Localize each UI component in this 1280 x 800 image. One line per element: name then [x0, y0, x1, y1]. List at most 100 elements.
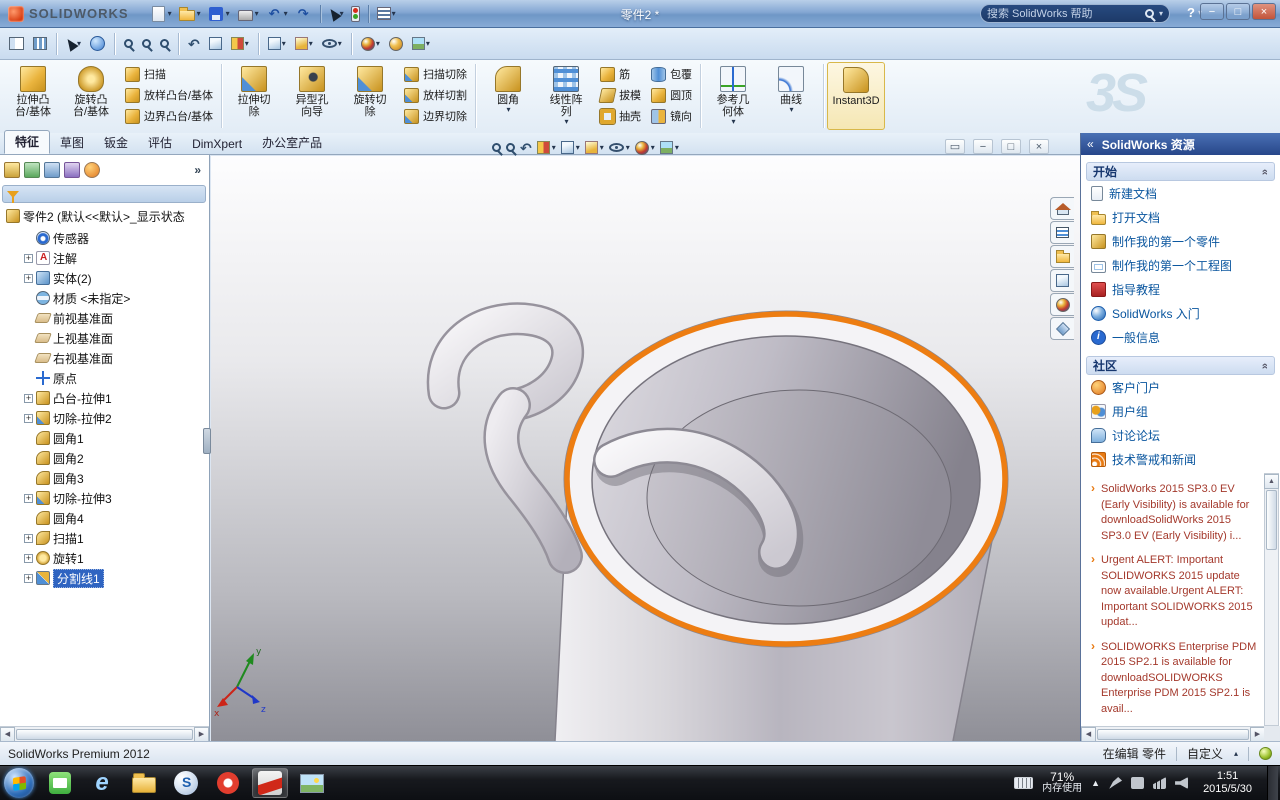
swept-cut-button[interactable]: 扫描切除: [399, 64, 472, 84]
tree-item-fillet4[interactable]: 圆角4: [0, 509, 84, 527]
linear-pattern-button[interactable]: 线性阵 列▾: [537, 62, 595, 130]
apply-scene-button[interactable]: ▾: [660, 141, 679, 154]
scroll-left-button[interactable]: ◀: [1081, 727, 1096, 742]
doc-close-button[interactable]: ×: [1029, 139, 1049, 154]
expand-box[interactable]: +: [24, 274, 33, 283]
zoom-area-button[interactable]: [139, 31, 154, 57]
network-tray-icon[interactable]: [1153, 777, 1166, 789]
taskbar-file-explorer[interactable]: [126, 768, 162, 798]
lofted-boss-button[interactable]: 放样凸台/基体: [120, 85, 218, 105]
tree-item-fillet2[interactable]: 圆角2: [0, 449, 84, 467]
tree-item-cut-extrude2[interactable]: +切除-拉伸2: [0, 409, 112, 427]
save-button[interactable]: ▾: [205, 3, 233, 25]
scroll-left-button[interactable]: ◀: [0, 727, 15, 742]
resources-tab[interactable]: [1050, 197, 1074, 220]
wrap-button[interactable]: 包覆: [646, 64, 697, 84]
panel-splitter-handle[interactable]: [203, 428, 211, 454]
minimize-button[interactable]: −: [1200, 3, 1224, 20]
view-orientation-button[interactable]: ▾: [561, 141, 580, 154]
tree-item-sensors[interactable]: 传感器: [0, 229, 89, 247]
tree-item-top-plane[interactable]: 上视基准面: [0, 329, 113, 347]
expand-box[interactable]: +: [24, 534, 33, 543]
tab-sketch[interactable]: 草图: [50, 132, 94, 154]
scroll-right-button[interactable]: ▶: [194, 727, 209, 742]
view-palette-tab[interactable]: [1050, 269, 1074, 292]
help-search-box[interactable]: ▾: [980, 4, 1170, 23]
close-button[interactable]: ×: [1252, 3, 1276, 20]
taskbar-dictionary-app[interactable]: [42, 768, 78, 798]
hole-wizard-button[interactable]: 异型孔 向导: [283, 62, 341, 130]
expand-box[interactable]: +: [24, 394, 33, 403]
news-item[interactable]: ›SolidWorks 2015 SP3.0 EV (Early Visibil…: [1091, 481, 1257, 543]
select-button[interactable]: ▾: [63, 31, 84, 57]
dome-button[interactable]: 圆顶: [646, 85, 697, 105]
expand-box[interactable]: +: [24, 254, 33, 263]
section-view-button[interactable]: ▾: [537, 141, 556, 154]
tree-filter-bar[interactable]: [2, 185, 206, 203]
tree-item-boss-extrude1[interactable]: +凸台-拉伸1: [0, 389, 112, 407]
display-pane-button[interactable]: [30, 31, 50, 57]
taskbar-photo-viewer[interactable]: [294, 768, 330, 798]
search-icon[interactable]: [1145, 9, 1154, 18]
print-button[interactable]: ▾: [234, 3, 262, 25]
tree-item-sweep1[interactable]: +扫描1: [0, 529, 84, 547]
tree-item-material[interactable]: 材质 <未指定>: [0, 289, 130, 307]
curves-button[interactable]: 曲线▾: [762, 62, 820, 130]
lofted-cut-button[interactable]: 放样切割: [399, 85, 472, 105]
tab-features[interactable]: 特征: [4, 130, 50, 154]
display-style-button[interactable]: ▾: [585, 141, 604, 154]
web-help-button[interactable]: [87, 31, 108, 57]
tech-alerts-news-link[interactable]: 技术警戒和新闻: [1081, 447, 1280, 471]
configurationmanager-tab-icon[interactable]: [44, 162, 60, 178]
boundary-boss-button[interactable]: 边界凸台/基体: [120, 106, 218, 126]
taskbar-internet-explorer[interactable]: [84, 768, 120, 798]
taskbar-security-app[interactable]: [210, 768, 246, 798]
user-groups-link[interactable]: 用户组: [1081, 399, 1280, 423]
first-drawing-link[interactable]: 制作我的第一个工程图: [1081, 253, 1280, 277]
shell-button[interactable]: 抽壳: [595, 106, 646, 126]
mirror-button[interactable]: 镜向: [646, 106, 697, 126]
tutorials-link[interactable]: 指导教程: [1081, 277, 1280, 301]
expand-box[interactable]: +: [24, 494, 33, 503]
reference-geometry-button[interactable]: 参考几 何体▾: [704, 62, 762, 130]
named-views-button[interactable]: [206, 31, 225, 57]
scroll-right-button[interactable]: ▶: [1250, 727, 1265, 742]
redo-button[interactable]: ↷: [292, 3, 315, 25]
design-library-tab[interactable]: [1050, 221, 1074, 244]
tree-item-revolve1[interactable]: +旋转1: [0, 549, 84, 567]
start-button[interactable]: [4, 768, 34, 798]
fillet-button[interactable]: 圆角▾: [479, 62, 537, 130]
new-document-button[interactable]: ▾: [147, 3, 175, 25]
tab-dimxpert[interactable]: DimXpert: [182, 135, 252, 154]
draft-button[interactable]: 拔模: [595, 85, 646, 105]
expand-box[interactable]: +: [24, 554, 33, 563]
expand-box[interactable]: +: [24, 574, 33, 583]
new-document-link[interactable]: 新建文档: [1081, 181, 1280, 205]
expand-box[interactable]: +: [24, 414, 33, 423]
section-view-button[interactable]: ▾: [228, 31, 252, 57]
apply-scene-button[interactable]: ▾: [409, 31, 433, 57]
rebuild-button[interactable]: [348, 3, 363, 25]
panel-expand-button[interactable]: »: [194, 163, 205, 177]
zoom-in-out-button[interactable]: [157, 31, 172, 57]
chevron-up-icon[interactable]: »: [1259, 362, 1271, 368]
previous-view-button[interactable]: ↶: [185, 31, 203, 57]
appearances-tab[interactable]: [1050, 293, 1074, 316]
previous-view-button[interactable]: ↶: [520, 141, 532, 155]
status-sphere-icon[interactable]: [1259, 747, 1272, 760]
keyboard-icon[interactable]: [1014, 777, 1033, 789]
scroll-up-button[interactable]: ▲: [1264, 474, 1279, 489]
general-info-link[interactable]: 一般信息: [1081, 325, 1280, 349]
select-tool-button[interactable]: ▾: [326, 3, 347, 25]
chevron-up-icon[interactable]: »: [1259, 168, 1271, 174]
extruded-boss-button[interactable]: 拉伸凸 台/基体: [4, 62, 62, 130]
tab-sheet-metal[interactable]: 钣金: [94, 132, 138, 154]
dimxpertmanager-tab-icon[interactable]: [64, 162, 80, 178]
featuremanager-tab-icon[interactable]: [4, 162, 20, 178]
rib-button[interactable]: 筋: [595, 64, 646, 84]
collapse-arrow[interactable]: «: [1087, 137, 1094, 151]
doc-maximize-button[interactable]: □: [1001, 139, 1021, 154]
taskbar-solidworks-running[interactable]: [252, 768, 288, 798]
edit-appearance-button[interactable]: ▾: [635, 141, 655, 155]
usb-tray-icon[interactable]: [1131, 777, 1144, 789]
